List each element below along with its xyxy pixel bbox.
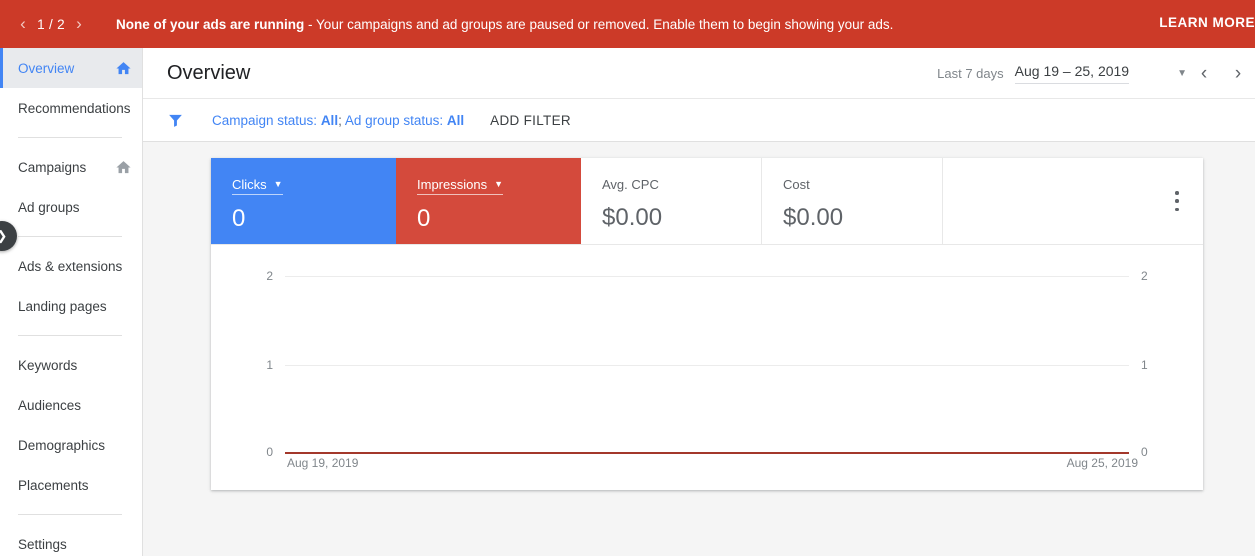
date-range-prev-button[interactable]: ‹	[1187, 63, 1221, 85]
x-axis-tick-end: Aug 25, 2019	[1066, 456, 1138, 470]
filter-funnel-icon[interactable]	[167, 112, 184, 129]
more-vertical-icon[interactable]	[1165, 188, 1189, 214]
metric-tile-clicks[interactable]: Clicks ▼ 0	[211, 158, 396, 244]
campaign-status-label: Campaign status:	[212, 112, 321, 128]
page-header: Overview Last 7 days Aug 19 – 25, 2019 ▼…	[143, 48, 1255, 99]
metric-value-cost: $0.00	[783, 204, 844, 231]
y-axis-right-tick-2: 2	[1141, 269, 1148, 283]
metric-tiles: Clicks ▼ 0 Impressions ▼ 0 Avg. CPC $0.00 …	[211, 158, 1203, 245]
filter-bar: Campaign status: All; Ad group status: A…	[143, 99, 1255, 142]
metric-label-impressions[interactable]: Impressions ▼	[417, 177, 503, 195]
metric-label-cost: Cost	[783, 177, 810, 192]
metric-tile-impressions[interactable]: Impressions ▼ 0	[396, 158, 581, 244]
overview-performance-card: Clicks ▼ 0 Impressions ▼ 0 Avg. CPC $0.00 …	[211, 158, 1203, 490]
sidebar-item-label: Overview	[18, 60, 75, 76]
sidebar-item-label: Ads & extensions	[18, 258, 123, 274]
metric-row-spacer	[943, 158, 1203, 244]
banner-message: None of your ads are running - Your camp…	[116, 17, 893, 32]
metric-label-text: Clicks	[232, 177, 267, 192]
banner-next-button[interactable]: ›	[66, 9, 92, 39]
metric-value-clicks: 0	[232, 205, 246, 232]
y-axis-left-tick-1: 1	[266, 358, 273, 372]
sidebar-divider	[18, 335, 122, 336]
date-range-next-button[interactable]: ›	[1221, 63, 1255, 85]
chevron-right-icon: ❯	[0, 228, 7, 244]
sidebar-item-label: Recommendations	[18, 100, 131, 116]
sidebar-item-landing-pages[interactable]: Landing pages	[0, 286, 142, 326]
main-content: Clicks ▼ 0 Impressions ▼ 0 Avg. CPC $0.00 …	[143, 142, 1255, 556]
gridline-1	[285, 365, 1129, 366]
adgroup-status-value: All	[446, 112, 465, 128]
performance-chart: 2 1 0 2 1 0 Aug 19, 2019 Aug 25, 2019	[211, 245, 1203, 490]
alert-banner: ‹ 1 / 2 › None of your ads are running -…	[0, 0, 1255, 48]
chevron-down-icon: ▼	[494, 179, 503, 189]
sidebar-item-settings[interactable]: Settings	[0, 524, 142, 556]
sidebar-item-campaigns[interactable]: Campaigns	[0, 147, 142, 187]
metric-value-avg-cpc: $0.00	[602, 204, 663, 231]
banner-headline: None of your ads are running	[116, 16, 305, 32]
sidebar-item-label: Audiences	[18, 397, 82, 413]
sidebar-item-label: Keywords	[18, 357, 78, 373]
sidebar-item-overview[interactable]: Overview	[0, 48, 142, 88]
metric-label-avg-cpc: Avg. CPC	[602, 177, 659, 192]
learn-more-button[interactable]: LEARN MORE	[1159, 15, 1255, 30]
page-title: Overview	[167, 61, 251, 84]
y-axis-right-tick-1: 1	[1141, 358, 1148, 372]
filter-chip-statuses[interactable]: Campaign status: All; Ad group status: A…	[212, 113, 464, 128]
campaign-status-value: All	[320, 112, 339, 128]
banner-prev-button[interactable]: ‹	[10, 9, 36, 39]
y-axis-left-tick-0: 0	[266, 445, 273, 459]
sidebar-item-ad-groups[interactable]: Ad groups	[0, 187, 142, 227]
sidebar-item-label: Landing pages	[18, 298, 107, 314]
gridline-2	[285, 276, 1129, 277]
sidebar-divider	[18, 137, 122, 138]
sidebar-item-label: Placements	[18, 477, 89, 493]
chevron-down-icon: ▼	[273, 179, 283, 189]
y-axis-right-tick-0: 0	[1141, 445, 1148, 459]
sidebar-item-placements[interactable]: Placements	[0, 465, 142, 505]
date-range-value[interactable]: Aug 19 – 25, 2019	[1014, 63, 1130, 84]
banner-dash: -	[304, 16, 317, 32]
sidebar-item-label: Demographics	[18, 437, 106, 453]
sidebar-item-label: Campaigns	[18, 159, 87, 175]
home-icon	[115, 159, 132, 176]
chevron-down-icon[interactable]: ▼	[1177, 68, 1187, 79]
sidebar-item-label: Ad groups	[18, 199, 80, 215]
metric-label-text: Impressions	[417, 177, 488, 192]
add-filter-button[interactable]: ADD FILTER	[490, 113, 571, 128]
metric-label-clicks[interactable]: Clicks ▼	[232, 177, 283, 195]
sidebar-item-label: Settings	[18, 536, 67, 552]
banner-detail: Your campaigns and ad groups are paused …	[316, 16, 894, 32]
series-line-zero	[285, 452, 1129, 454]
banner-page-count: 1 / 2	[37, 16, 65, 32]
filter-separator: ;	[338, 112, 345, 128]
sidebar-item-audiences[interactable]: Audiences	[0, 385, 142, 425]
metric-tile-cost[interactable]: Cost $0.00	[762, 158, 943, 244]
metric-value-impressions: 0	[417, 205, 431, 232]
sidebar-item-demographics[interactable]: Demographics	[0, 425, 142, 465]
metric-tile-avg-cpc[interactable]: Avg. CPC $0.00	[581, 158, 762, 244]
sidebar-divider	[18, 236, 122, 237]
sidebar-item-keywords[interactable]: Keywords	[0, 345, 142, 385]
sidebar-item-ads-extensions[interactable]: Ads & extensions	[0, 246, 142, 286]
adgroup-status-label: Ad group status:	[344, 112, 447, 128]
home-icon	[115, 60, 132, 77]
y-axis-left-tick-2: 2	[266, 269, 273, 283]
sidebar-divider	[18, 514, 122, 515]
sidebar-item-recommendations[interactable]: Recommendations	[0, 88, 142, 128]
sidebar: Overview Recommendations Campaigns Ad gr…	[0, 48, 143, 556]
date-range-picker: Last 7 days Aug 19 – 25, 2019 ▼ ‹ ›	[937, 48, 1255, 99]
date-range-preset: Last 7 days	[937, 66, 1004, 81]
x-axis-tick-start: Aug 19, 2019	[287, 456, 359, 470]
